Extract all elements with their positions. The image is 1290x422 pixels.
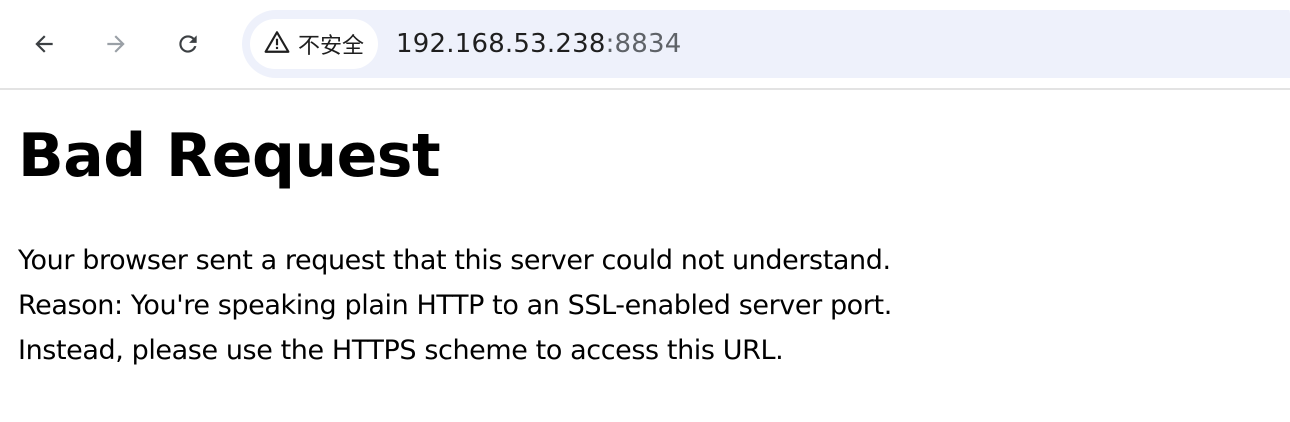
url-host: 192.168.53.238 [396,29,606,59]
arrow-right-icon [103,31,129,57]
url-text[interactable]: 192.168.53.238:8834 [396,29,682,59]
address-bar[interactable]: 不安全 192.168.53.238:8834 [242,10,1290,78]
security-label: 不安全 [298,34,365,59]
page-title: Bad Request [18,121,441,191]
url-port: :8834 [605,29,682,59]
reload-button[interactable] [164,20,212,68]
page-content: Bad Request Your browser sent a request … [0,120,1290,373]
browser-window: 不安全 192.168.53.238:8834 Bad Request Your… [0,0,1290,422]
browser-toolbar: 不安全 192.168.53.238:8834 [0,0,1290,90]
error-line-3: Instead, please use the HTTPS scheme to … [18,335,784,366]
back-button[interactable] [20,20,68,68]
arrow-left-icon [31,31,57,57]
forward-button[interactable] [92,20,140,68]
warning-triangle-icon [264,29,290,59]
error-line-2: Reason: You're speaking plain HTTP to an… [18,290,892,321]
error-message: Your browser sent a request that this se… [18,238,1272,373]
reload-icon [175,31,201,57]
security-indicator-button[interactable]: 不安全 [250,19,379,69]
error-line-1: Your browser sent a request that this se… [18,245,891,276]
